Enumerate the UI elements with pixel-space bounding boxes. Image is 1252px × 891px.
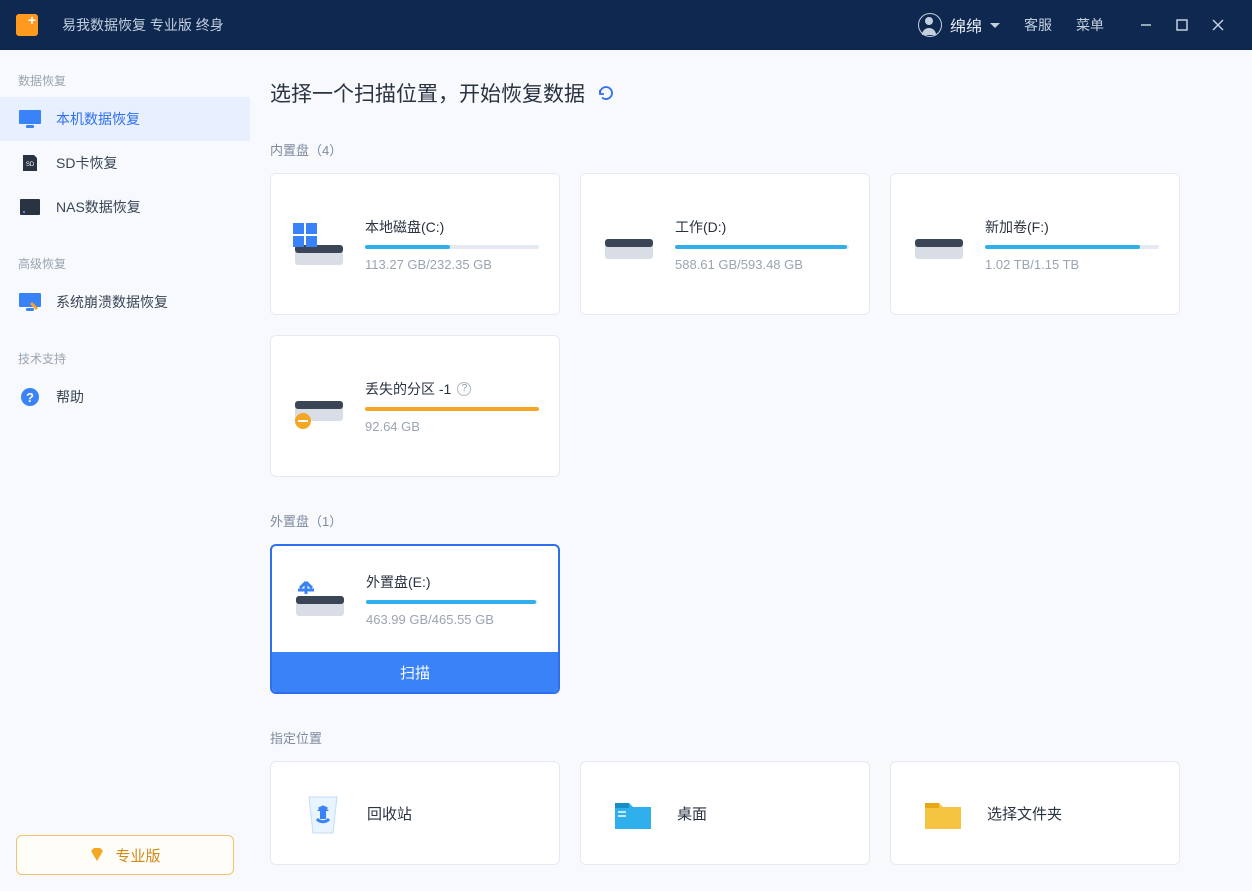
help-icon: ? xyxy=(18,387,42,407)
scan-button[interactable]: 扫描 xyxy=(272,652,558,692)
drive-size: 588.61 GB/593.48 GB xyxy=(675,257,849,272)
user-icon xyxy=(918,13,942,37)
sd-card-icon: SD xyxy=(18,153,42,173)
drive-usage-bar xyxy=(985,245,1159,249)
sidebar-section-advanced: 高级恢复 xyxy=(0,247,250,280)
nas-icon xyxy=(18,197,42,217)
drive-card[interactable]: 工作(D:) 588.61 GB/593.48 GB xyxy=(580,173,870,315)
drive-icon xyxy=(911,221,967,267)
external-drives-grid: 外置盘(E:) 463.99 GB/465.55 GB 扫描 xyxy=(270,544,1222,694)
drive-card[interactable]: 外置盘(E:) 463.99 GB/465.55 GB 扫描 xyxy=(270,544,560,694)
drive-size: 92.64 GB xyxy=(365,419,539,434)
sidebar-item-help[interactable]: ? 帮助 xyxy=(0,375,250,419)
location-card[interactable]: 选择文件夹 xyxy=(890,761,1180,865)
drive-icon xyxy=(601,221,657,267)
location-icon xyxy=(299,789,347,837)
drive-icon xyxy=(291,383,347,429)
sidebar-item-sd-recovery[interactable]: SD SD卡恢复 xyxy=(0,141,250,185)
sidebar-item-crash-recovery[interactable]: 系统崩溃数据恢复 xyxy=(0,280,250,324)
external-drives-label: 外置盘（1） xyxy=(270,511,1222,530)
drive-usage-bar xyxy=(366,600,538,604)
location-card[interactable]: 回收站 xyxy=(270,761,560,865)
internal-drives-grid: 本地磁盘(C:) 113.27 GB/232.35 GB 工作(D:) 588.… xyxy=(270,173,1222,477)
drive-icon xyxy=(291,221,347,267)
pro-button[interactable]: 专业版 xyxy=(16,835,234,875)
drive-usage-bar xyxy=(365,407,539,411)
sidebar-item-local-recovery[interactable]: 本机数据恢复 xyxy=(0,97,250,141)
crash-icon xyxy=(18,292,42,312)
help-badge-icon[interactable]: ? xyxy=(457,382,471,396)
drive-size: 1.02 TB/1.15 TB xyxy=(985,257,1159,272)
menu-link[interactable]: 菜单 xyxy=(1076,15,1104,35)
diamond-icon xyxy=(89,847,105,863)
drive-name: 丢失的分区 -1 ? xyxy=(365,379,539,399)
titlebar: 易我数据恢复 专业版 终身 绵绵 客服 菜单 xyxy=(0,0,1252,50)
location-label: 回收站 xyxy=(367,803,412,824)
sidebar-item-label: 帮助 xyxy=(56,387,84,407)
main-content: 选择一个扫描位置，开始恢复数据 内置盘（4） 本地磁盘(C:) 113.27 G… xyxy=(250,50,1252,891)
location-icon xyxy=(609,789,657,837)
sidebar-item-label: SD卡恢复 xyxy=(56,153,117,173)
locations-grid: 回收站 桌面 选择文件夹 xyxy=(270,761,1222,865)
drive-size: 113.27 GB/232.35 GB xyxy=(365,257,539,272)
page-title: 选择一个扫描位置，开始恢复数据 xyxy=(270,78,585,108)
chevron-down-icon xyxy=(990,23,1000,28)
app-logo-icon xyxy=(16,14,38,36)
minimize-button[interactable] xyxy=(1128,7,1164,43)
page-title-row: 选择一个扫描位置，开始恢复数据 xyxy=(270,78,1222,108)
refresh-icon[interactable] xyxy=(597,84,615,102)
sidebar-section-support: 技术支持 xyxy=(0,342,250,375)
sidebar-item-label: NAS数据恢复 xyxy=(56,197,141,217)
location-label: 选择文件夹 xyxy=(987,803,1062,824)
sidebar: 数据恢复 本机数据恢复 SD SD卡恢复 NAS数据恢复 高级恢复 系统崩溃数据… xyxy=(0,50,250,891)
monitor-icon xyxy=(18,109,42,129)
sidebar-item-label: 本机数据恢复 xyxy=(56,109,140,129)
drive-name: 外置盘(E:) xyxy=(366,572,538,592)
internal-drives-label: 内置盘（4） xyxy=(270,140,1222,159)
maximize-button[interactable] xyxy=(1164,7,1200,43)
drive-usage-bar xyxy=(365,245,539,249)
sidebar-section-recovery: 数据恢复 xyxy=(0,64,250,97)
location-card[interactable]: 桌面 xyxy=(580,761,870,865)
drive-size: 463.99 GB/465.55 GB xyxy=(366,612,538,627)
drive-card[interactable]: 新加卷(F:) 1.02 TB/1.15 TB xyxy=(890,173,1180,315)
app-title: 易我数据恢复 专业版 终身 xyxy=(62,15,224,35)
drive-usage-bar xyxy=(675,245,849,249)
drive-card[interactable]: 本地磁盘(C:) 113.27 GB/232.35 GB xyxy=(270,173,560,315)
pro-label: 专业版 xyxy=(115,845,160,866)
sidebar-item-label: 系统崩溃数据恢复 xyxy=(56,292,168,312)
close-button[interactable] xyxy=(1200,7,1236,43)
drive-name: 工作(D:) xyxy=(675,217,849,237)
support-link[interactable]: 客服 xyxy=(1024,15,1052,35)
user-menu[interactable]: 绵绵 xyxy=(918,13,1000,37)
svg-text:?: ? xyxy=(26,390,34,405)
drive-name: 本地磁盘(C:) xyxy=(365,217,539,237)
location-label: 桌面 xyxy=(677,803,707,824)
drive-name: 新加卷(F:) xyxy=(985,217,1159,237)
drive-card[interactable]: 丢失的分区 -1 ? 92.64 GB xyxy=(270,335,560,477)
locations-label: 指定位置 xyxy=(270,728,1222,747)
drive-icon xyxy=(292,576,348,622)
sidebar-item-nas-recovery[interactable]: NAS数据恢复 xyxy=(0,185,250,229)
username: 绵绵 xyxy=(950,13,982,37)
svg-text:SD: SD xyxy=(26,162,35,168)
location-icon xyxy=(919,789,967,837)
